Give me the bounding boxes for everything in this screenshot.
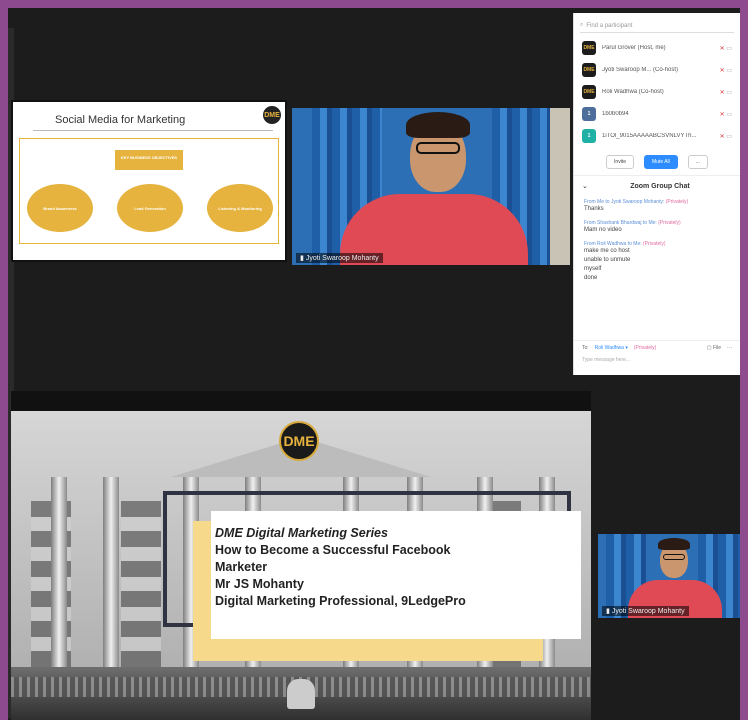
invite-button[interactable]: Invite	[606, 155, 634, 169]
message-text: Mam no video	[584, 227, 622, 233]
microphone-icon[interactable]: ✕	[720, 90, 725, 96]
mute-all-button[interactable]: Mute All	[643, 155, 678, 169]
dme-logo-icon: DME	[279, 421, 319, 461]
slide-title: Social Media for Marketing	[55, 114, 186, 126]
screen-top-bar	[11, 391, 591, 411]
shared-slide-thumbnail[interactable]: Social Media for Marketing DME KEY BUSIN…	[11, 100, 287, 262]
person-hair	[658, 538, 690, 550]
chat-message: From Roli Wadhwa to Me: (Privately) make …	[574, 238, 740, 286]
search-icon: ⌕	[580, 22, 584, 28]
speaker-name: Mr JS Mohanty	[215, 577, 304, 591]
participant-name-tag: ▮ Jyoti Swaroop Mohanty	[602, 606, 689, 616]
participant-search[interactable]: ⌕ Find a participant	[580, 19, 734, 33]
dme-logo-icon: DME	[263, 106, 281, 124]
message-privacy: (Privately)	[665, 199, 689, 205]
participant-status: ✕ ▭	[720, 67, 732, 74]
recipient-dropdown[interactable]: Roli Wadhwa ▾	[595, 345, 628, 351]
video-tile-self[interactable]: ▮ Jyoti Swaroop Mohanty	[598, 534, 740, 618]
message-privacy: (Privately)	[658, 220, 681, 226]
participant-name: Roli Wadhwa (Co-host)	[602, 89, 664, 95]
objective-oval: Listening & Monitoring	[207, 184, 273, 232]
avatar: DME	[582, 63, 596, 77]
participant-name: Jyoti Swaroop Mohanty	[305, 255, 379, 262]
participants-chat-panel: ⌕ Find a participant DME Parul Grover (Ho…	[573, 13, 740, 375]
participant-name: 1b0b0b94	[602, 111, 629, 117]
participant-row[interactable]: DME Jyoti Swaroop M... (Co-host) ✕ ▭	[574, 59, 740, 81]
participant-row[interactable]: 1 1b0b0b94 ✕ ▭	[574, 103, 740, 125]
video-camera-icon[interactable]: ▭	[726, 134, 732, 140]
participant-name-tag: ▮ Jyoti Swaroop Mohanty	[296, 253, 383, 263]
chat-header: ⌄ Zoom Group Chat	[574, 175, 740, 196]
slide-divider	[33, 130, 273, 131]
avatar: 1	[582, 129, 596, 143]
message-text: Thanks	[584, 206, 604, 212]
signal-bars-icon: ▮	[606, 608, 610, 615]
zoom-meeting-window: Social Media for Marketing DME KEY BUSIN…	[8, 8, 740, 720]
talk-title-line: How to Become a Successful Facebook	[215, 543, 451, 557]
chat-input[interactable]: Type message here...	[582, 357, 732, 363]
more-options-button[interactable]: ...	[687, 155, 708, 169]
participant-name: Parul Grover (Host, me)	[602, 45, 666, 51]
chat-title: Zoom Group Chat	[630, 182, 690, 190]
person-hair	[406, 112, 470, 138]
microphone-icon[interactable]: ✕	[720, 112, 725, 118]
avatar: DME	[582, 41, 596, 55]
video-camera-icon[interactable]: ▭	[726, 46, 732, 52]
microphone-icon[interactable]: ✕	[720, 68, 725, 74]
chat-messages: From Me to Jyoti Swaroop Mohanty: (Priva…	[574, 196, 740, 286]
message-text: done	[584, 275, 598, 281]
participant-list: DME Parul Grover (Host, me) ✕ ▭ DME Jyoti Sw…	[574, 37, 740, 147]
to-label: To:	[582, 345, 589, 351]
signal-bars-icon: ▮	[300, 255, 304, 262]
participant-status: ✕ ▭	[720, 133, 732, 140]
microphone-icon[interactable]: ✕	[720, 46, 725, 52]
file-button[interactable]: ▢ File	[707, 345, 721, 351]
participant-name: Jyoti Swaroop M... (Co-host)	[602, 67, 679, 73]
main-shared-screen[interactable]: DME DME Digital Marketing Series How to …	[11, 391, 591, 720]
message-privacy: (Privately)	[643, 241, 666, 247]
message-text: make me co host	[584, 248, 630, 254]
participant-name: Jyoti Swaroop Mohanty	[611, 608, 685, 615]
participant-row[interactable]: DME Roli Wadhwa (Co-host) ✕ ▭	[574, 81, 740, 103]
participant-status: ✕ ▭	[720, 111, 732, 118]
participant-row[interactable]: 1 1iTOl_9015AAAAABCSVNLVYTh... ✕ ▭	[574, 125, 740, 147]
person-glasses	[663, 554, 685, 560]
talk-title-line: Marketer	[215, 560, 268, 574]
recipient-privacy: (Privately)	[633, 345, 657, 351]
objective-label: KEY BUSINESS OBJECTIVES	[115, 150, 183, 170]
stone-urn	[287, 679, 315, 709]
microphone-icon[interactable]: ✕	[720, 134, 725, 140]
participant-row[interactable]: DME Parul Grover (Host, me) ✕ ▭	[574, 37, 740, 59]
chat-message: From Shashank Bhardwaj to Me: (Privately…	[574, 217, 740, 238]
chat-compose: To: Roli Wadhwa ▾ (Privately) ▢ File ···…	[574, 340, 740, 367]
video-tile-speaker[interactable]: ▮ Jyoti Swaroop Mohanty	[292, 108, 570, 265]
participant-status: ✕ ▭	[720, 45, 732, 52]
participant-status: ✕ ▭	[720, 89, 732, 96]
video-camera-icon[interactable]: ▭	[726, 112, 732, 118]
avatar: DME	[582, 85, 596, 99]
participant-name: 1iTOl_9015AAAAABCSVNLVYTh...	[602, 133, 697, 139]
chat-message: From Me to Jyoti Swaroop Mohanty: (Priva…	[574, 196, 740, 217]
wall	[550, 108, 570, 265]
video-camera-icon[interactable]: ▭	[726, 68, 732, 74]
avatar: 1	[582, 107, 596, 121]
speaker-role: Digital Marketing Professional, 9LedgePr…	[215, 594, 466, 608]
search-placeholder: Find a participant	[586, 22, 633, 29]
file-icon: ▢	[706, 345, 712, 351]
title-card: DME Digital Marketing Series How to Beco…	[211, 511, 581, 639]
message-text: myself	[584, 266, 602, 272]
objective-oval: Brand Awareness	[27, 184, 93, 232]
more-icon[interactable]: ···	[727, 345, 732, 351]
objective-oval: Lead Generation	[117, 184, 183, 232]
file-label: File	[712, 345, 721, 351]
participant-actions: Invite Mute All ...	[574, 155, 740, 169]
message-text: unable to unmute	[584, 257, 631, 263]
series-title: DME Digital Marketing Series	[215, 526, 388, 540]
person-glasses	[416, 142, 460, 154]
video-camera-icon[interactable]: ▭	[726, 90, 732, 96]
